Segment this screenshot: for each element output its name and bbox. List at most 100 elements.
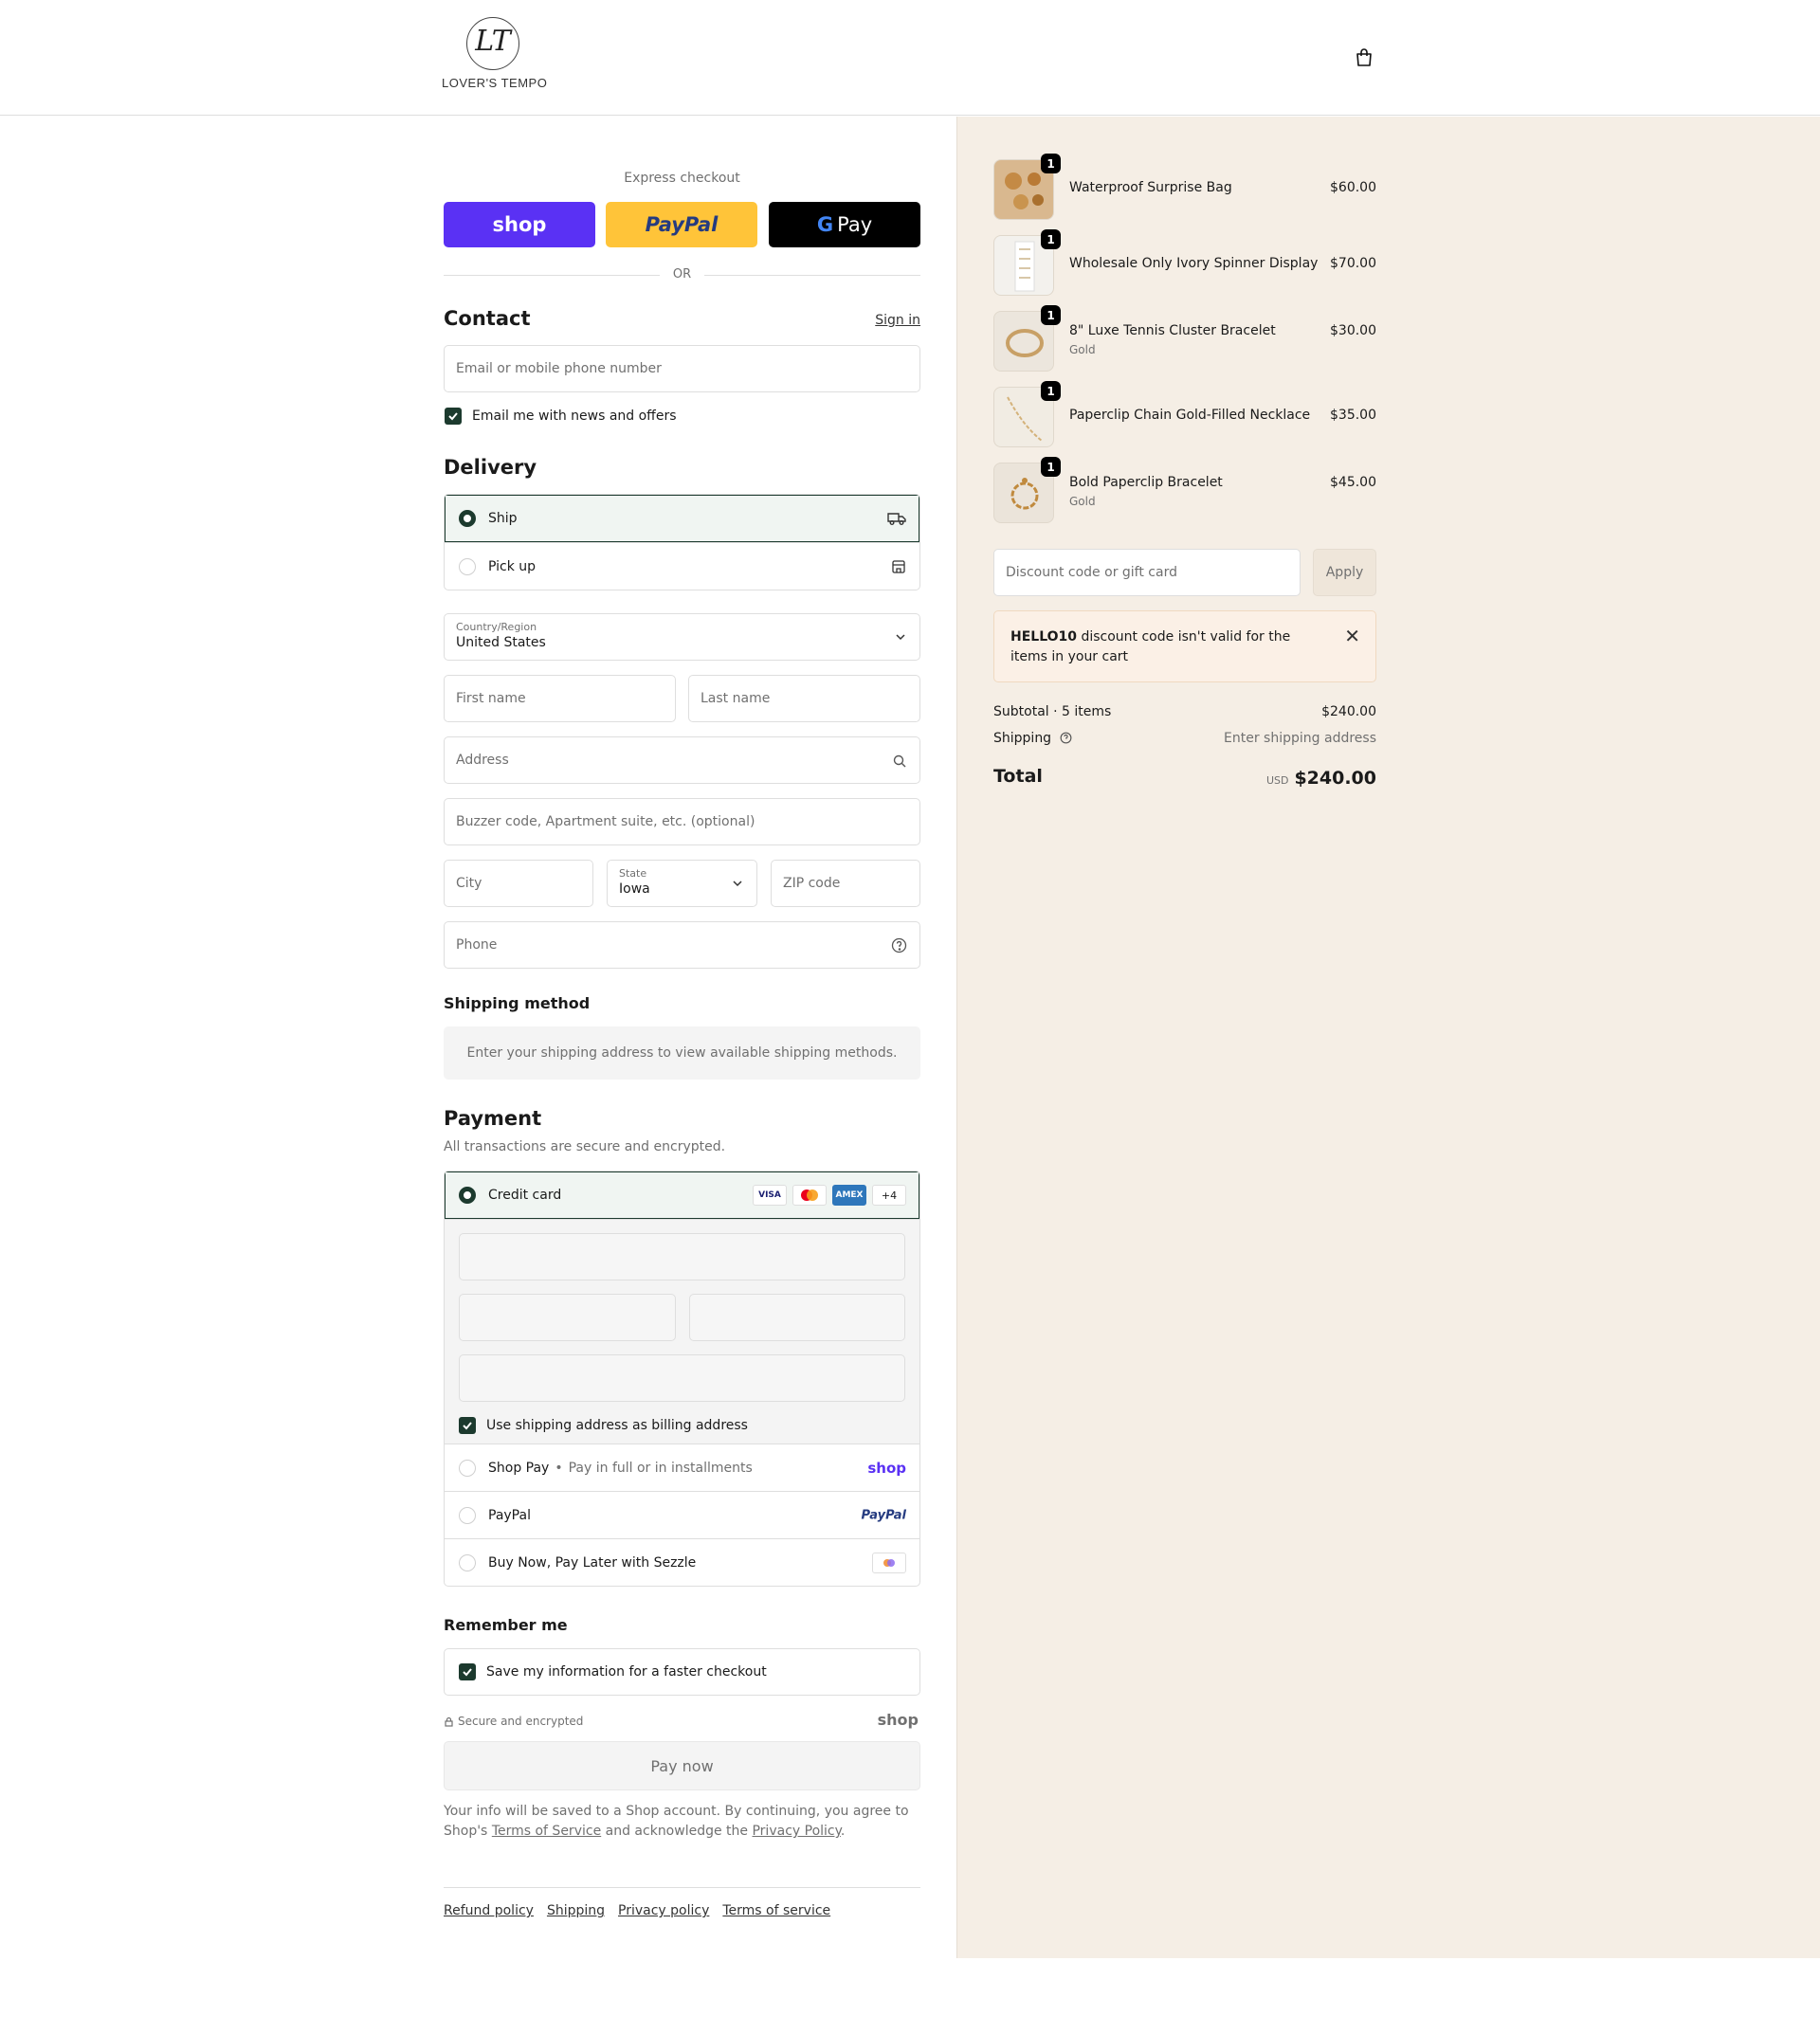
amex-icon: AMEX [832, 1185, 866, 1206]
quantity-badge: 1 [1041, 229, 1061, 249]
google-g-icon: G [816, 213, 834, 236]
save-info-checkbox[interactable] [459, 1663, 476, 1680]
item-name: Bold Paperclip Bracelet [1069, 475, 1223, 490]
logo-mark: LT [466, 17, 519, 70]
item-price: $60.00 [1330, 180, 1376, 195]
card-fields: Use shipping address as billing address [445, 1219, 919, 1444]
shop-pay-button[interactable]: shop [444, 202, 595, 247]
first-name-field[interactable]: First name [444, 675, 676, 722]
sign-in-link[interactable]: Sign in [875, 313, 920, 328]
payment-options: Credit card VISA AMEX +4 Use shipping ad… [444, 1171, 920, 1587]
close-icon[interactable]: ✕ [1344, 627, 1360, 646]
express-checkout-title: Express checkout [624, 171, 740, 186]
credit-card-option[interactable]: Credit card VISA AMEX +4 [445, 1171, 919, 1219]
apartment-field[interactable]: Buzzer code, Apartment suite, etc. (opti… [444, 798, 920, 845]
help-circle-icon[interactable] [1060, 732, 1072, 744]
refund-policy-link[interactable]: Refund policy [444, 1903, 534, 1918]
cart-item: 1 Paperclip Chain Gold-Filled Necklace $… [993, 381, 1376, 449]
item-name: Paperclip Chain Gold-Filled Necklace [1069, 408, 1311, 423]
newsletter-checkbox-row[interactable]: Email me with news and offers [445, 408, 677, 425]
terms-of-service-footer-link[interactable]: Terms of service [722, 1903, 830, 1918]
shipping-method-note: Enter your shipping address to view avai… [444, 1026, 920, 1080]
state-select[interactable]: State Iowa [607, 860, 757, 907]
delivery-options: Ship Pick up [444, 494, 920, 590]
item-name: Waterproof Surprise Bag [1069, 180, 1232, 195]
sezzle-icon [872, 1552, 906, 1573]
mastercard-icon [792, 1185, 827, 1206]
discount-error-alert: HELLO10 discount code isn't valid for th… [993, 610, 1376, 682]
shipping-method-title: Shipping method [444, 994, 591, 1012]
more-cards-badge: +4 [872, 1185, 906, 1206]
item-name: 8" Luxe Tennis Cluster Bracelet [1069, 323, 1276, 338]
shop-logo: shop [877, 1711, 919, 1729]
payment-subtitle: All transactions are secure and encrypte… [444, 1139, 726, 1154]
item-price: $45.00 [1330, 475, 1376, 490]
legal-text: Your info will be saved to a Shop accoun… [444, 1804, 909, 1839]
card-name-field[interactable] [459, 1354, 905, 1402]
store-icon [892, 559, 905, 573]
item-variant: Gold [1069, 343, 1096, 356]
payment-title: Payment [444, 1107, 542, 1130]
country-select[interactable]: Country/Region United States [444, 613, 920, 661]
subtotal-row: Subtotal · 5 items $240.00 [993, 704, 1376, 719]
ship-option[interactable]: Ship [445, 495, 919, 542]
quantity-badge: 1 [1041, 154, 1061, 173]
store-logo[interactable]: LT LOVER'S TEMPO [442, 17, 547, 100]
newsletter-checkbox[interactable] [445, 408, 462, 425]
terms-of-service-link[interactable]: Terms of Service [492, 1824, 601, 1839]
lock-icon [445, 1716, 453, 1727]
quantity-badge: 1 [1041, 305, 1061, 325]
card-expiry-field[interactable] [459, 1294, 676, 1341]
total-row: Total USD $240.00 [993, 766, 1376, 789]
pickup-option[interactable]: Pick up [445, 542, 919, 590]
item-price: $70.00 [1330, 256, 1376, 271]
header: LT LOVER'S TEMPO [0, 0, 1820, 116]
chevron-down-icon [896, 634, 905, 641]
item-variant: Gold [1069, 495, 1096, 508]
city-field[interactable]: City [444, 860, 593, 907]
billing-checkbox-row[interactable]: Use shipping address as billing address [459, 1417, 905, 1434]
truck-icon [887, 513, 906, 525]
item-price: $35.00 [1330, 408, 1376, 423]
billing-checkbox[interactable] [459, 1417, 476, 1434]
quantity-badge: 1 [1041, 457, 1061, 477]
apply-discount-button[interactable]: Apply [1313, 549, 1376, 596]
paypal-button[interactable]: PayPal [606, 202, 757, 247]
email-field[interactable]: Email or mobile phone number [444, 345, 920, 392]
paypal-logo: PayPal [861, 1508, 906, 1522]
shop-pay-logo: shop [867, 1459, 906, 1477]
privacy-policy-footer-link[interactable]: Privacy policy [618, 1903, 709, 1918]
item-name: Wholesale Only Ivory Spinner Display [1069, 256, 1319, 271]
address-field[interactable]: Address [444, 736, 920, 784]
card-cvv-field[interactable] [688, 1294, 905, 1341]
pay-now-button[interactable]: Pay now [444, 1741, 920, 1790]
secure-row: Secure and encrypted shop [444, 1711, 920, 1732]
last-name-field[interactable]: Last name [688, 675, 920, 722]
cart-item: 1 8" Luxe Tennis Cluster Bracelet Gold $… [993, 305, 1376, 373]
visa-icon: VISA [753, 1185, 787, 1206]
help-circle-icon[interactable] [891, 937, 907, 953]
save-info-row[interactable]: Save my information for a faster checkou… [444, 1648, 920, 1696]
shipping-link[interactable]: Shipping [547, 1903, 605, 1918]
quantity-badge: 1 [1041, 381, 1061, 401]
remember-me-title: Remember me [444, 1616, 568, 1634]
privacy-policy-link[interactable]: Privacy Policy [752, 1824, 840, 1839]
paypal-option[interactable]: PayPal PayPal [445, 1491, 919, 1538]
cart-item: 1 Wholesale Only Ivory Spinner Display $… [993, 229, 1376, 298]
discount-code-field[interactable]: Discount code or gift card [993, 549, 1301, 596]
footer-links: Refund policy Shipping Privacy policy Te… [444, 1887, 920, 1918]
phone-field[interactable]: Phone [444, 921, 920, 969]
shipping-row: Shipping Enter shipping address [993, 731, 1376, 746]
or-divider: OR [444, 265, 920, 284]
sezzle-option[interactable]: Buy Now, Pay Later with Sezzle [445, 1538, 919, 1586]
shopping-bag-icon[interactable] [1354, 47, 1374, 68]
delivery-title: Delivery [444, 456, 537, 479]
search-icon [893, 754, 906, 768]
paypal-logo: PayPal [645, 213, 719, 236]
card-number-field[interactable] [459, 1233, 905, 1280]
shop-pay-option[interactable]: Shop Pay • Pay in full or in installments… [445, 1444, 919, 1491]
chevron-down-icon [733, 881, 742, 887]
google-pay-button[interactable]: G Pay [769, 202, 920, 247]
item-price: $30.00 [1330, 323, 1376, 338]
zip-field[interactable]: ZIP code [771, 860, 920, 907]
